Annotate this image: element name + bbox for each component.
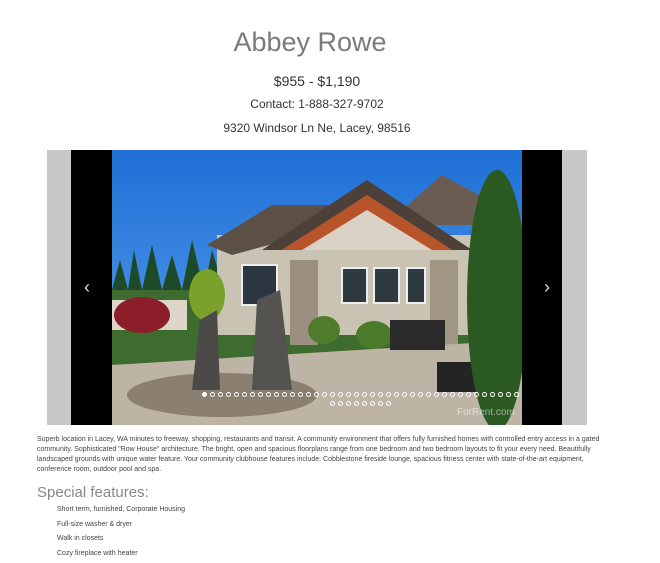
carousel-dot[interactable] [362, 401, 367, 406]
carousel-dot[interactable] [306, 392, 311, 397]
carousel-dot[interactable] [378, 401, 383, 406]
carousel-dot[interactable] [314, 392, 319, 397]
features-list: Short term, furnished, Corporate Housing… [57, 505, 185, 563]
carousel-dot[interactable] [378, 392, 383, 397]
carousel-dot[interactable] [370, 392, 375, 397]
carousel-dot[interactable] [234, 392, 239, 397]
carousel-dot[interactable] [242, 392, 247, 397]
carousel-dot[interactable] [418, 392, 423, 397]
carousel-dot[interactable] [442, 392, 447, 397]
feature-item: Walk in closets [57, 535, 104, 542]
price-range: $955 - $1,190 [273, 73, 361, 89]
chevron-right-icon: › [544, 277, 550, 297]
carousel-dot[interactable] [346, 401, 351, 406]
carousel-dot[interactable] [426, 392, 431, 397]
carousel-dot[interactable] [458, 392, 463, 397]
carousel-dot[interactable] [226, 392, 231, 397]
property-photo [112, 150, 522, 425]
carousel-dot[interactable] [362, 392, 367, 397]
carousel-dot[interactable] [450, 392, 455, 397]
feature-item: Short term, furnished, Corporate Housing [57, 506, 186, 513]
carousel-dot[interactable] [490, 392, 495, 397]
carousel-dot[interactable] [354, 392, 359, 397]
features-heading: Special features: [37, 484, 149, 501]
carousel-prev-button[interactable]: ‹ [80, 278, 94, 296]
carousel-dot[interactable] [250, 392, 255, 397]
listing-address: 9320 Windsor Ln Ne, Lacey, 98516 [223, 121, 411, 135]
carousel-dot[interactable] [322, 392, 327, 397]
carousel-dot[interactable] [338, 401, 343, 406]
feature-item: Full-size washer & dryer [57, 520, 133, 528]
carousel-dot[interactable] [346, 392, 351, 397]
carousel-dot[interactable] [474, 392, 479, 397]
carousel-dot[interactable] [258, 392, 263, 397]
carousel-dot[interactable] [210, 392, 215, 397]
carousel-dot[interactable] [498, 392, 503, 397]
contact-phone: Contact: 1-888-327-9702 [250, 97, 384, 111]
carousel-dot[interactable] [202, 392, 207, 397]
carousel-dot[interactable] [218, 392, 223, 397]
carousel-dot[interactable] [434, 392, 439, 397]
carousel-dot[interactable] [354, 401, 359, 406]
carousel-dot[interactable] [394, 392, 399, 397]
carousel-dot[interactable] [386, 401, 391, 406]
carousel-dot[interactable] [298, 392, 303, 397]
carousel-dot[interactable] [506, 392, 511, 397]
carousel-dot[interactable] [266, 392, 271, 397]
feature-item: Cozy fireplace with heater [57, 549, 138, 557]
carousel-dot[interactable] [290, 392, 295, 397]
carousel-dot[interactable] [274, 392, 279, 397]
chevron-left-icon: ‹ [84, 277, 90, 297]
carousel-dot[interactable] [514, 392, 519, 397]
carousel-dot[interactable] [282, 392, 287, 397]
clubhouse-image [112, 150, 522, 425]
carousel-dot[interactable] [402, 392, 407, 397]
carousel-dot[interactable] [482, 392, 487, 397]
carousel-dot[interactable] [330, 401, 335, 406]
carousel-dot[interactable] [410, 392, 415, 397]
listing-description: Superb location in Lacey, WA minutes to … [37, 436, 600, 473]
carousel-dot[interactable] [338, 392, 343, 397]
carousel-dot[interactable] [330, 392, 335, 397]
photo-watermark: ForRent.com [457, 407, 515, 418]
carousel-frame [71, 150, 562, 425]
carousel-dot[interactable] [370, 401, 375, 406]
photo-carousel[interactable]: ‹ › ForRent.com [47, 150, 587, 425]
carousel-next-button[interactable]: › [540, 278, 554, 296]
carousel-dot[interactable] [386, 392, 391, 397]
listing-title: Abbey Rowe [233, 27, 387, 57]
carousel-dot[interactable] [466, 392, 471, 397]
